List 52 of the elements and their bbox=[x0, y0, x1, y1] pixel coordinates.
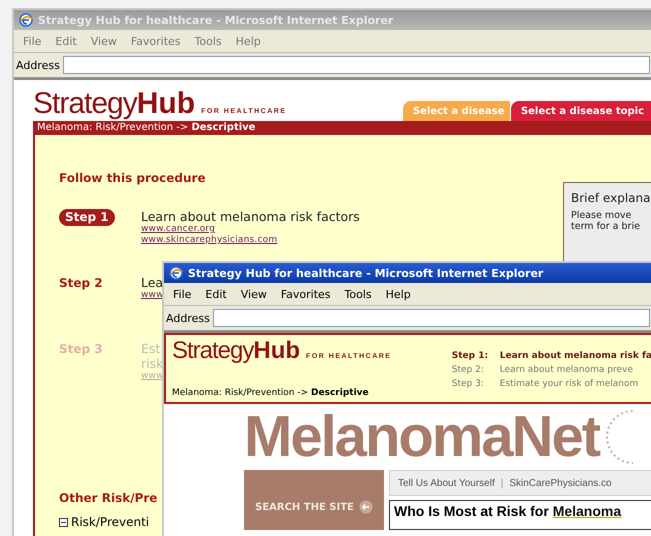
site-logo: MelanomaNet bbox=[244, 405, 600, 469]
step-label: Step 1 bbox=[59, 209, 115, 226]
box-text: term for a brie bbox=[571, 221, 641, 232]
step-label: Step 2: bbox=[452, 365, 485, 375]
nav-link[interactable]: SkinCarePhysicians.co bbox=[509, 478, 612, 488]
address-field[interactable] bbox=[212, 309, 650, 327]
window-title: Strategy Hub for healthcare - Microsoft Internet Explorer bbox=[188, 266, 544, 280]
step-text[interactable]: Estimate your risk of melanom bbox=[500, 379, 651, 389]
menu-item[interactable]: Tools bbox=[188, 34, 229, 48]
address-field[interactable] bbox=[62, 56, 650, 74]
menu-item[interactable]: Help bbox=[228, 34, 268, 48]
section-heading: Other Risk/Pre bbox=[59, 491, 158, 505]
article-heading: Who Is Most at Risk for Melanoma bbox=[389, 500, 651, 530]
address-label: Address bbox=[166, 312, 210, 324]
link[interactable]: www.skincarephysicians.com bbox=[141, 235, 278, 246]
menu-item[interactable]: Tools bbox=[338, 288, 379, 300]
menu-item[interactable]: Favorites bbox=[274, 288, 338, 300]
menu-item[interactable]: View bbox=[84, 34, 124, 48]
section-heading: Follow this procedure bbox=[59, 171, 207, 185]
address-label: Address bbox=[16, 58, 60, 72]
separator: | bbox=[500, 478, 504, 488]
step-text[interactable]: Learn about melanoma preve bbox=[500, 365, 651, 375]
link[interactable]: Melanoma bbox=[552, 503, 622, 519]
menu-item[interactable]: File bbox=[16, 34, 48, 48]
browser-icon bbox=[168, 265, 184, 281]
breadcrumb: Melanoma: Risk/Prevention -> Descriptive bbox=[33, 121, 651, 135]
step-label: Step 1: bbox=[452, 351, 490, 361]
emblem-icon bbox=[603, 407, 634, 467]
step-label: Step 3: bbox=[452, 379, 485, 389]
link[interactable]: www.cancer.org bbox=[141, 224, 216, 235]
menu-item[interactable]: Edit bbox=[198, 288, 234, 300]
menu-item[interactable]: Edit bbox=[48, 34, 84, 48]
browser-icon bbox=[18, 12, 34, 28]
step-text: risk bbox=[141, 356, 164, 371]
menu-item[interactable]: Favorites bbox=[124, 34, 188, 48]
step-text: Est bbox=[141, 341, 160, 356]
step-text: Lea bbox=[141, 275, 164, 290]
menu-item[interactable]: Help bbox=[378, 288, 418, 300]
step-text: Learn about melanoma risk factors bbox=[141, 209, 360, 224]
step-label: Step 3 bbox=[59, 341, 103, 358]
menu-item[interactable]: File bbox=[166, 288, 198, 300]
window-title: Strategy Hub for healthcare - Microsoft Internet Explorer bbox=[38, 14, 394, 26]
tree-item[interactable]: Risk/Preventi bbox=[71, 515, 150, 529]
box-title: Brief explana bbox=[571, 191, 651, 205]
collapse-icon[interactable] bbox=[59, 518, 68, 526]
box-text: Please move bbox=[571, 210, 632, 221]
step-label: Step 2 bbox=[59, 275, 103, 292]
menu-item[interactable]: View bbox=[234, 288, 274, 300]
step-text[interactable]: Learn about melanoma risk fa bbox=[500, 351, 651, 361]
tab[interactable]: Select a disease topic bbox=[510, 101, 651, 121]
nav-link[interactable]: Tell Us About Yourself bbox=[398, 478, 495, 488]
breadcrumb: Melanoma: Risk/Prevention -> Descriptive bbox=[172, 388, 370, 398]
